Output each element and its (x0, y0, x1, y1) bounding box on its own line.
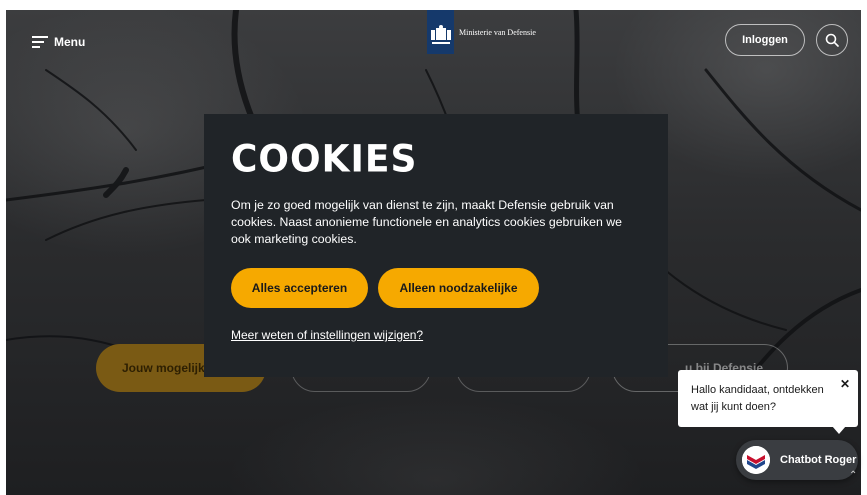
accept-all-button[interactable]: Alles accepteren (231, 268, 368, 308)
dutch-flag-icon (742, 446, 770, 474)
chatbot-button[interactable]: Chatbot Roger (736, 440, 858, 480)
menu-button[interactable]: Menu (32, 32, 85, 52)
chat-bubble-tail (832, 426, 846, 434)
menu-label: Menu (54, 35, 86, 49)
hamburger-icon (32, 36, 48, 48)
cookie-title: COOKIES (231, 137, 418, 181)
necessary-only-button[interactable]: Alleen noodzakelijke (378, 268, 539, 308)
chat-greeting-text: Hallo kandidaat, ontdekken wat jij kunt … (691, 384, 824, 413)
chatbot-label: Chatbot Roger (780, 454, 857, 466)
login-button[interactable]: Inloggen (725, 24, 805, 56)
cookie-button-row: Alles accepteren Alleen noodzakelijke (231, 268, 641, 308)
scroll-indicator-icon: ⌃ (849, 470, 858, 481)
coat-of-arms-icon (430, 25, 451, 44)
top-navigation: Menu Ministerie van Defensie Inloggen (6, 10, 861, 70)
government-logo[interactable] (427, 10, 454, 54)
ministry-name: Ministerie van Defensie (459, 28, 536, 37)
search-icon (825, 33, 839, 47)
chat-greeting-bubble: Hallo kandidaat, ontdekken wat jij kunt … (678, 370, 858, 427)
close-icon[interactable]: ✕ (840, 376, 850, 393)
cookie-settings-link[interactable]: Meer weten of instellingen wijzigen? (231, 328, 423, 342)
cookie-dialog: COOKIES Om je zo goed mogelijk van diens… (204, 114, 668, 377)
hero-option-1-label: Jouw mogelijkh (122, 361, 213, 375)
chatbot-avatar (742, 446, 770, 474)
search-button[interactable] (816, 24, 848, 56)
cookie-description: Om je zo goed mogelijk van dienst te zij… (231, 198, 622, 246)
